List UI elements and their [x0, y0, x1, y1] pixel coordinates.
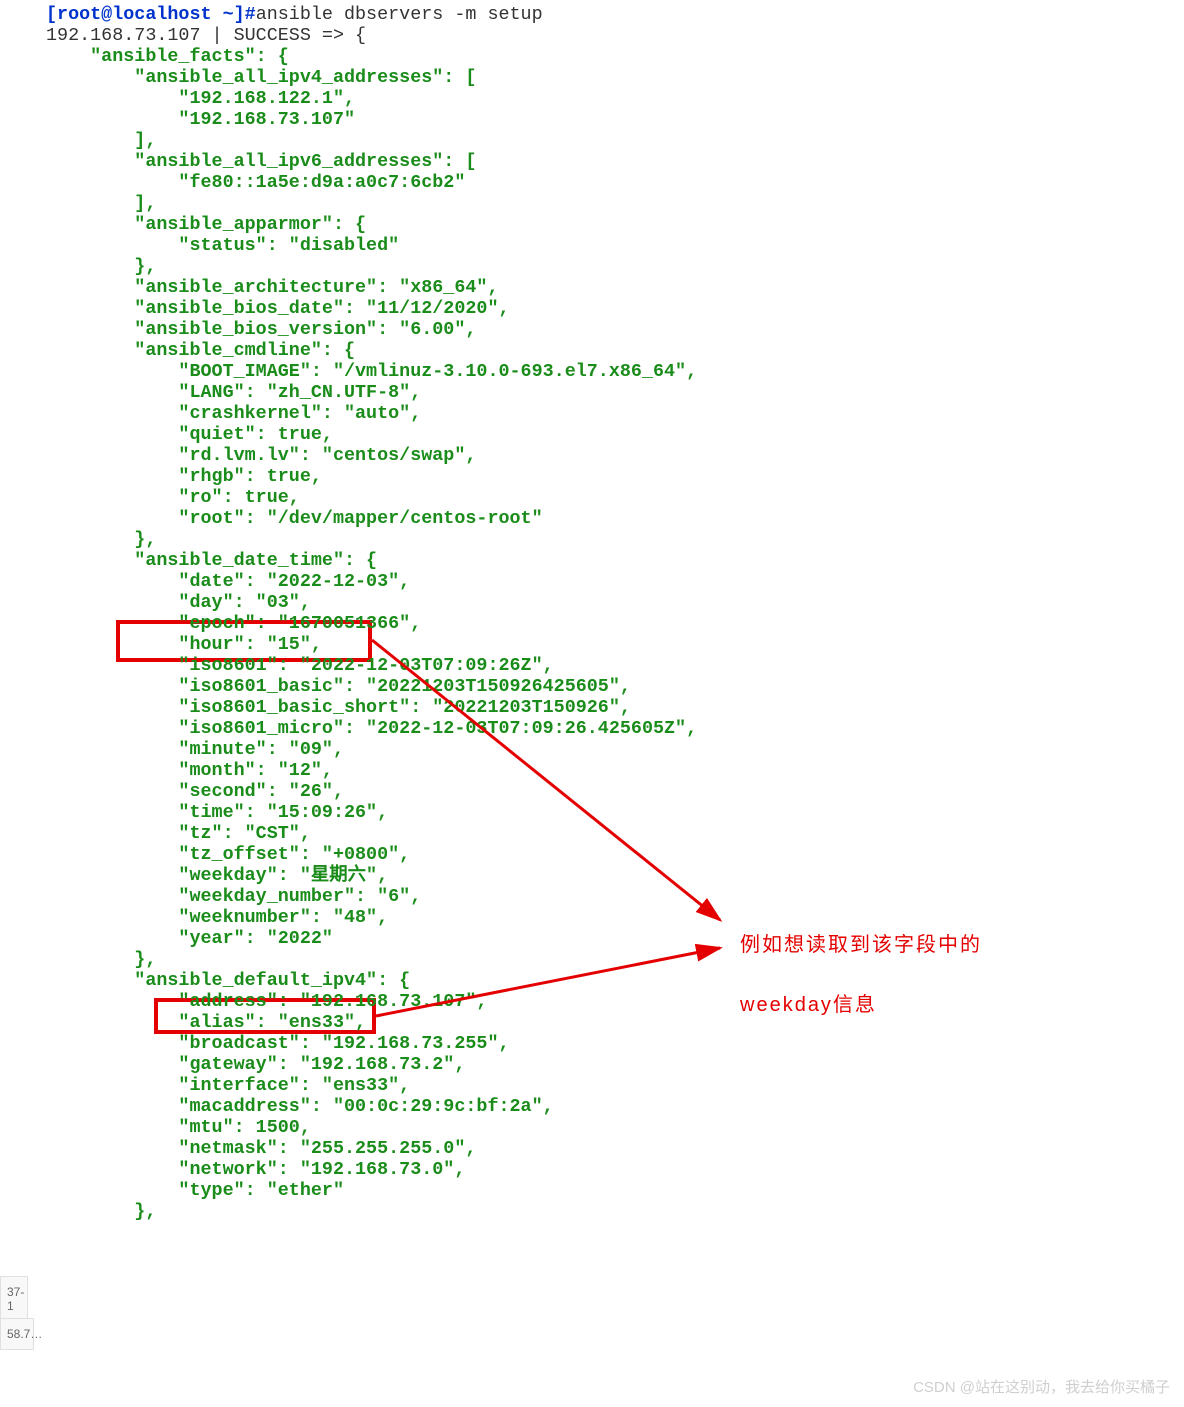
sidebar-fragment-2: 58.7…: [0, 1318, 34, 1350]
csdn-watermark: CSDN @站在这别动，我去给你买橘子: [913, 1376, 1170, 1397]
shell-prompt: [root@localhost ~]#: [46, 4, 256, 25]
annotation-text-2: weekday信息: [740, 988, 877, 1017]
annotation-text-1: 例如想读取到该字段中的: [740, 928, 982, 957]
terminal-output[interactable]: [root@localhost ~]#ansible dbservers -m …: [0, 0, 1184, 1222]
ansible-json-output: "ansible_facts": { "ansible_all_ipv4_add…: [46, 46, 697, 1222]
shell-command: ansible dbservers -m setup: [256, 4, 543, 25]
sidebar-fragment-1: 37-1: [0, 1276, 28, 1322]
result-header: 192.168.73.107 | SUCCESS => {: [46, 25, 366, 46]
